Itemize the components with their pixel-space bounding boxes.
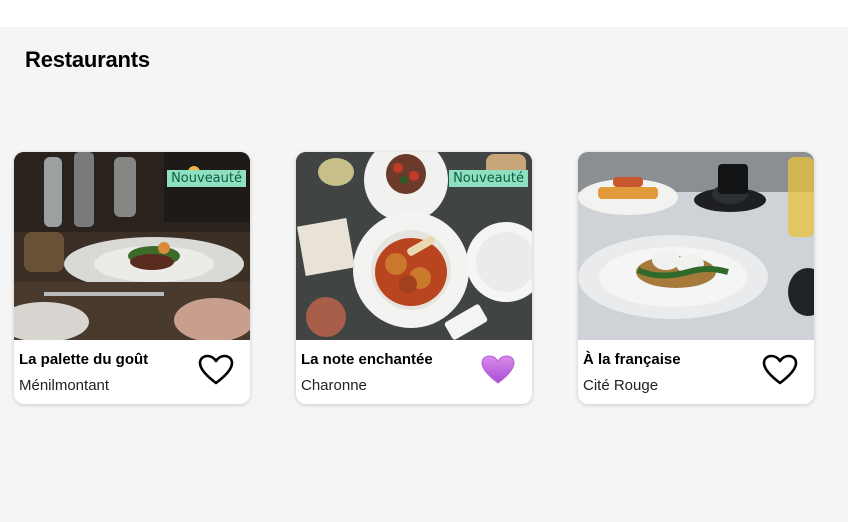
- restaurant-name: À la française: [583, 351, 681, 368]
- restaurant-name: La palette du goût: [19, 351, 149, 368]
- restaurant-photo: Nouveauté: [296, 152, 532, 340]
- restaurant-area: Charonne: [301, 377, 367, 394]
- page-title: Restaurants: [25, 47, 150, 72]
- restaurant-photo: Nouveauté: [14, 152, 250, 340]
- restaurant-name: La note enchantée: [301, 351, 433, 368]
- restaurant-card[interactable]: Nouveauté La note enchantée Charonne: [296, 152, 532, 404]
- heart-filled-icon[interactable]: [480, 354, 516, 386]
- restaurant-card[interactable]: Nouveauté La palette du goût Ménilmontan…: [14, 152, 250, 404]
- restaurant-area: Ménilmontant: [19, 377, 110, 394]
- top-bar: [0, 0, 848, 27]
- restaurant-card[interactable]: À la française Cité Rouge: [578, 152, 814, 404]
- new-badge: Nouveauté: [167, 170, 246, 187]
- restaurant-area: Cité Rouge: [583, 377, 659, 394]
- new-badge: Nouveauté: [449, 170, 528, 187]
- heart-outline-icon[interactable]: [198, 354, 234, 386]
- restaurant-photo: [578, 152, 814, 340]
- heart-outline-icon[interactable]: [762, 354, 798, 386]
